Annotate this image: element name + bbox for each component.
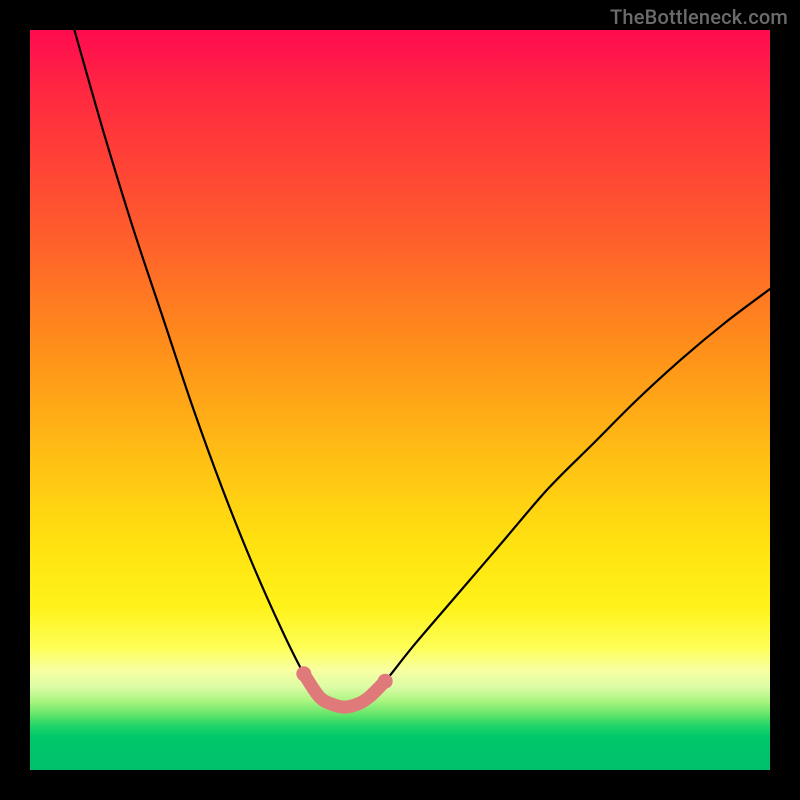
chart-frame: [30, 30, 770, 770]
bottleneck-curve: [74, 30, 770, 707]
optimal-zone-dot: [296, 666, 311, 681]
watermark-text: TheBottleneck.com: [610, 5, 788, 29]
optimal-zone-segment: [304, 674, 385, 707]
chart-svg: [30, 30, 770, 770]
optimal-zone-dot: [378, 674, 393, 689]
